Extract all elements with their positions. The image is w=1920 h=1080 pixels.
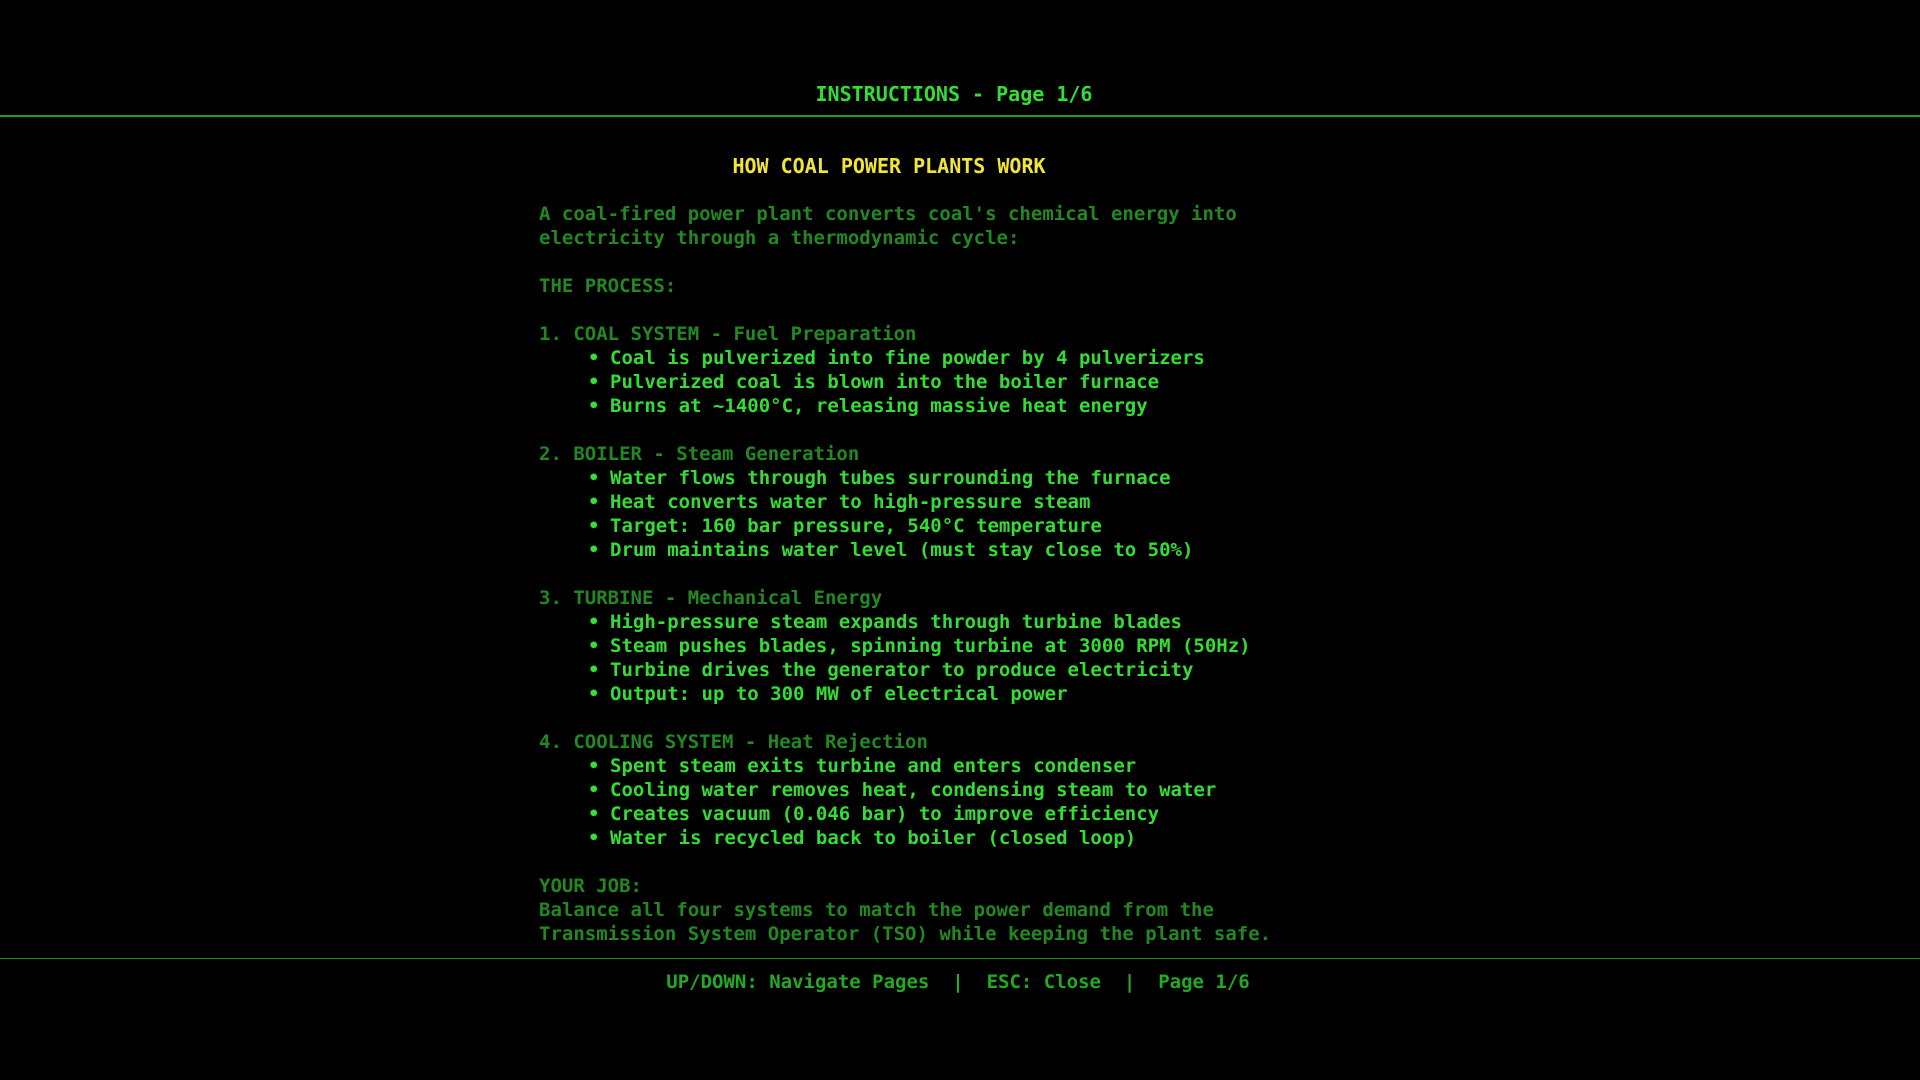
bullet-text: High-pressure steam expands through turb… <box>610 611 1182 633</box>
bullet-text: Spent steam exits turbine and enters con… <box>610 755 1137 777</box>
bullet-icon: • <box>588 395 600 417</box>
list-item: • Water flows through tubes surrounding t… <box>539 466 1339 490</box>
bullet-icon: • <box>588 467 600 489</box>
section-title-turbine: 3. TURBINE - Mechanical Energy <box>539 587 883 609</box>
section-title-boiler: 2. BOILER - Steam Generation <box>539 443 860 465</box>
job-text: Balance all four systems to match the po… <box>539 899 1214 921</box>
bullet-icon: • <box>588 635 600 657</box>
footer-hints: UP/DOWN: Navigate Pages | ESC: Close | P… <box>0 970 1916 994</box>
list-item: • Burns at ~1400°C, releasing massive hea… <box>539 394 1339 418</box>
list-item: • Turbine drives the generator to produce… <box>539 658 1339 682</box>
list-item: • High-pressure steam expands through tur… <box>539 610 1339 634</box>
list-item: • Drum maintains water level (must stay c… <box>539 538 1339 562</box>
bullet-icon: • <box>588 827 600 849</box>
list-item: • Output: up to 300 MW of electrical powe… <box>539 682 1339 706</box>
bullet-icon: • <box>588 683 600 705</box>
close-hint[interactable]: ESC: Close <box>987 971 1101 993</box>
bullet-text: Output: up to 300 MW of electrical power <box>610 683 1068 705</box>
bullet-text: Pulverized coal is blown into the boiler… <box>610 371 1160 393</box>
bullet-icon: • <box>588 803 600 825</box>
bullet-text: Steam pushes blades, spinning turbine at… <box>610 635 1251 657</box>
list-item: • Pulverized coal is blown into the boile… <box>539 370 1339 394</box>
job-label: YOUR JOB: <box>539 875 642 897</box>
job-text: Transmission System Operator (TSO) while… <box>539 923 1272 945</box>
intro-line: electricity through a thermodynamic cycl… <box>539 227 1020 249</box>
bullet-text: Target: 160 bar pressure, 540°C temperat… <box>610 515 1102 537</box>
bullet-icon: • <box>588 611 600 633</box>
list-item: • Water is recycled back to boiler (close… <box>539 826 1339 850</box>
bullet-text: Coal is pulverized into fine powder by 4… <box>610 347 1205 369</box>
list-item: • Target: 160 bar pressure, 540°C tempera… <box>539 514 1339 538</box>
list-item: • Coal is pulverized into fine powder by … <box>539 346 1339 370</box>
section-title-cooling-system: 4. COOLING SYSTEM - Heat Rejection <box>539 731 928 753</box>
bullet-text: Water flows through tubes surrounding th… <box>610 467 1171 489</box>
bullet-text: Cooling water removes heat, condensing s… <box>610 779 1217 801</box>
footer-separator: | <box>952 971 964 993</box>
bullet-icon: • <box>588 539 600 561</box>
page-indicator: Page 1/6 <box>1158 971 1250 993</box>
footer-separator: | <box>1123 971 1136 993</box>
page-heading: HOW COAL POWER PLANTS WORK <box>732 154 1046 178</box>
bullet-text: Turbine drives the generator to produce … <box>610 659 1194 681</box>
bullet-icon: • <box>588 491 600 513</box>
bullet-icon: • <box>588 371 600 393</box>
bullet-icon: • <box>588 779 600 801</box>
bullet-text: Drum maintains water level (must stay cl… <box>610 539 1194 561</box>
bullet-text: Burns at ~1400°C, releasing massive heat… <box>610 395 1148 417</box>
list-item: • Creates vacuum (0.046 bar) to improve e… <box>539 802 1339 826</box>
bullet-icon: • <box>588 659 600 681</box>
bullet-text: Water is recycled back to boiler (closed… <box>610 827 1137 849</box>
bullet-icon: • <box>588 347 600 369</box>
bullet-icon: • <box>588 755 600 777</box>
intro-line: A coal-fired power plant converts coal's… <box>539 203 1237 225</box>
list-item: • Heat converts water to high-pressure st… <box>539 490 1339 514</box>
window-title: INSTRUCTIONS - Page 1/6 <box>815 82 1093 106</box>
section-title-coal-system: 1. COAL SYSTEM - Fuel Preparation <box>539 323 917 345</box>
footer-divider <box>0 958 1920 959</box>
process-label: THE PROCESS: <box>539 275 677 297</box>
bullet-text: Creates vacuum (0.046 bar) to improve ef… <box>610 803 1160 825</box>
navigate-hint[interactable]: UP/DOWN: Navigate Pages <box>666 971 929 993</box>
list-item: • Spent steam exits turbine and enters co… <box>539 754 1339 778</box>
header-divider <box>0 115 1920 117</box>
list-item: • Steam pushes blades, spinning turbine a… <box>539 634 1339 658</box>
instructions-content: HOW COAL POWER PLANTS WORK A coal-fired … <box>539 154 1339 946</box>
bullet-text: Heat converts water to high-pressure ste… <box>610 491 1091 513</box>
list-item: • Cooling water removes heat, condensing … <box>539 778 1339 802</box>
bullet-icon: • <box>588 515 600 537</box>
